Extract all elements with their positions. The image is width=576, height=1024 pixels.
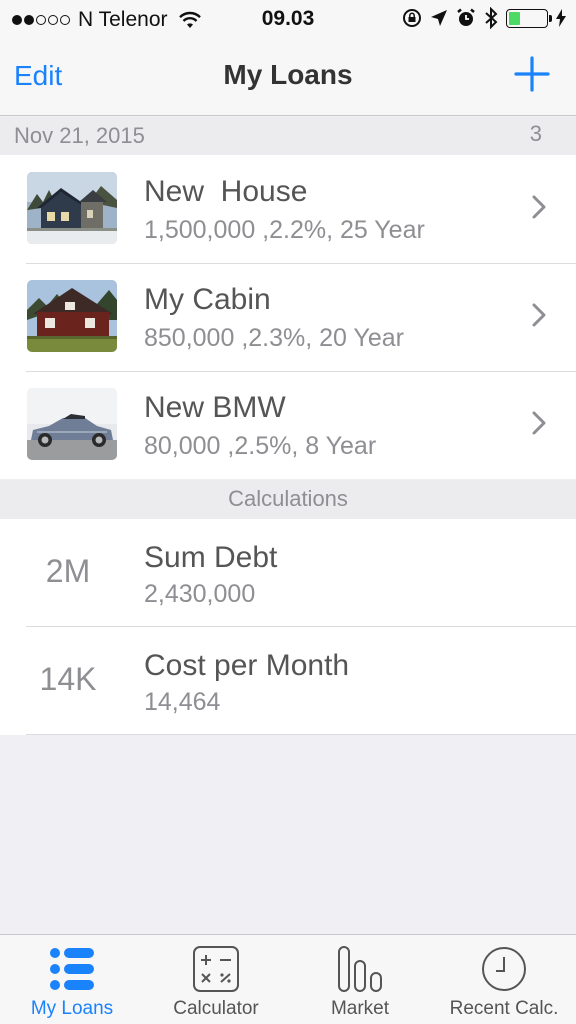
loans-section-header: Nov 21, 2015 3 [0, 117, 576, 155]
calc-value: 14,464 [144, 688, 221, 716]
status-right [402, 7, 566, 29]
calculations-section-header: Calculations [0, 480, 576, 519]
page-title: My Loans [223, 59, 353, 90]
calc-badge: 2M [45, 553, 91, 589]
chevron-right-icon [532, 303, 546, 327]
cabin-photo [27, 280, 117, 352]
loan-title: New House [144, 175, 308, 208]
car-photo [27, 388, 117, 460]
calc-badge: 14K [39, 661, 97, 697]
tab-label: Calculator [173, 998, 259, 1019]
bar-chart-icon [338, 946, 382, 992]
navigation-bar: Edit My Loans [0, 38, 576, 116]
list-icon [50, 948, 94, 990]
tab-my-loans[interactable]: My Loans [0, 935, 144, 1024]
calculator-icon [193, 946, 239, 992]
loan-title: My Cabin [144, 283, 271, 316]
calc-title: Cost per Month [144, 649, 350, 682]
loan-row-my-cabin[interactable]: My Cabin 850,000 ,2.3%, 20 Year [0, 263, 576, 371]
loan-row-new-bmw[interactable]: New BMW 80,000 ,2.5%, 8 Year [0, 371, 576, 479]
loan-title: New BMW [144, 391, 286, 424]
loan-list: New House 1,500,000 ,2.2%, 25 Year My Ca… [0, 155, 576, 479]
clock-icon [482, 947, 526, 991]
rotation-lock-icon [403, 9, 421, 27]
loan-count: 3 [529, 121, 542, 146]
tab-calculator[interactable]: Calculator [144, 935, 288, 1024]
loan-details: 850,000 ,2.3%, 20 Year [144, 324, 404, 352]
loan-row-new-house[interactable]: New House 1,500,000 ,2.2%, 25 Year [0, 155, 576, 263]
tab-label: Market [330, 998, 390, 1019]
loan-details: 1,500,000 ,2.2%, 25 Year [144, 216, 425, 244]
calc-row-cost-per-month: 14K Cost per Month 14,464 [0, 627, 576, 735]
plus-icon[interactable] [514, 56, 550, 92]
tab-recent-calc[interactable]: Recent Calc. [432, 935, 576, 1024]
calc-row-sum-debt: 2M Sum Debt 2,430,000 [0, 519, 576, 627]
bluetooth-icon [485, 7, 498, 29]
house-photo [27, 172, 117, 244]
loan-details: 80,000 ,2.5%, 8 Year [144, 432, 377, 460]
charging-icon [556, 9, 566, 27]
chevron-right-icon [532, 195, 546, 219]
tab-bar: My Loans Calculator Market Recent Calc. [0, 934, 576, 1024]
tab-label: Recent Calc. [449, 998, 559, 1019]
battery-icon [506, 8, 552, 28]
status-bar: N Telenor 09.03 [0, 0, 576, 38]
alarm-icon [457, 8, 475, 26]
chevron-right-icon [532, 411, 546, 435]
tab-market[interactable]: Market [288, 935, 432, 1024]
location-icon [431, 10, 447, 26]
tab-label: My Loans [30, 998, 114, 1019]
section-date: Nov 21, 2015 [14, 123, 145, 148]
calculations-list: 2M Sum Debt 2,430,000 14K Cost per Month… [0, 519, 576, 735]
calc-title: Sum Debt [144, 541, 278, 574]
calc-value: 2,430,000 [144, 580, 256, 608]
